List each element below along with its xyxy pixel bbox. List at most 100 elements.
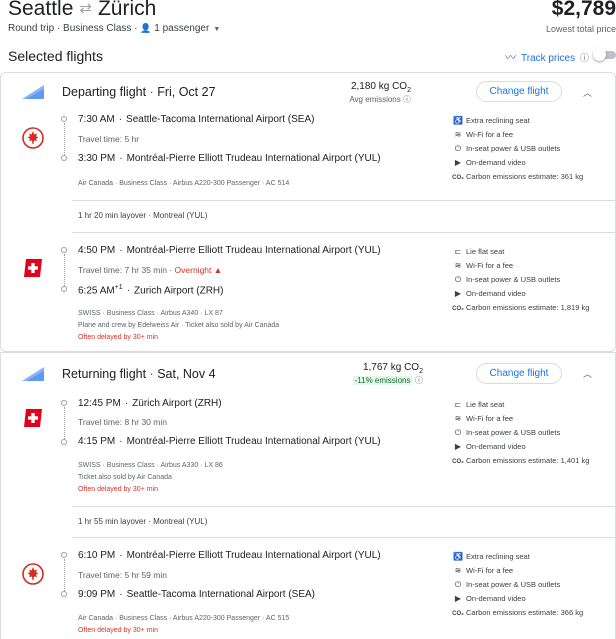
co2-icon: CO₂	[452, 611, 464, 617]
video-icon: ▶	[454, 594, 462, 603]
trip-type[interactable]: Round trip	[8, 23, 54, 34]
info-icon[interactable]: ⓘ	[580, 53, 589, 63]
reclining-seat-icon: ♿	[453, 116, 463, 125]
departure-time: 4:50 PM	[78, 245, 116, 256]
segment-arrival: 4:15 PM · Montréal-Pierre Elliott Trudeau …	[78, 436, 381, 447]
arrival-airport: Seattle-Tacoma International Airport (SE…	[126, 589, 316, 600]
departing-title: Departing flight	[62, 85, 147, 99]
returning-date: Sat, Nov 4	[157, 367, 216, 381]
track-prices-label[interactable]: Track prices	[521, 53, 575, 64]
lie-flat-seat-icon: ⊏	[454, 400, 462, 409]
amenities-list: ⊏ Lie flat seat ≋ Wi-Fi for a fee ⏻ In-seat…	[452, 245, 589, 316]
amenity-item: CO₂ Carbon emissions estimate: 1,401 kg	[452, 454, 589, 469]
flight-meta: Air Canada · Business Class · Airbus A22…	[78, 615, 290, 622]
divider	[72, 232, 616, 233]
power-plug-icon: ⏻	[454, 428, 462, 437]
passenger-count[interactable]: 1 passenger	[154, 23, 209, 34]
departure-dot	[61, 400, 67, 406]
segment-arrival: 9:09 PM · Seattle-Tacoma International Air…	[78, 589, 316, 600]
air-canada-logo-icon	[22, 127, 44, 149]
amenities-list: ♿ Extra reclining seat ≋ Wi-Fi for a fee ⏻…	[452, 114, 583, 185]
amenity-item: ≋ Wi-Fi for a fee	[452, 259, 589, 273]
co2-sub: 2	[407, 87, 411, 94]
price-label: Lowest total price	[545, 24, 616, 34]
chevron-up-icon[interactable]: ︿	[583, 367, 592, 380]
segment-departure: 7:30 AM · Seattle-Tacoma International Air…	[78, 114, 315, 125]
amenity-item: ≋ Wi-Fi for a fee	[452, 128, 583, 142]
total-price: $2,789	[551, 0, 616, 20]
track-prices[interactable]: 〰 Track prices ⓘ	[505, 49, 589, 65]
departure-airport: Montréal-Pierre Elliott Trudeau Internat…	[126, 245, 381, 256]
segment-arrival: 3:30 PM · Montréal-Pierre Elliott Trudeau …	[78, 153, 381, 164]
arrival-time: 9:09 PM	[78, 589, 116, 600]
segment-departure: 4:50 PM · Montréal-Pierre Elliott Trudeau …	[78, 245, 381, 256]
wifi-icon: ≋	[454, 566, 462, 575]
video-icon: ▶	[454, 289, 462, 298]
amenities-list: ♿ Extra reclining seat ≋ Wi-Fi for a fee ⏻…	[452, 550, 583, 621]
route-line	[64, 123, 65, 155]
co2-icon: CO₂	[452, 175, 464, 181]
travel-time: Travel time: 8 hr 30 min	[78, 417, 167, 427]
departure-dot	[61, 116, 67, 122]
change-flight-button[interactable]: Change flight	[476, 81, 562, 102]
emissions-note: -11% emissions	[352, 376, 413, 385]
air-canada-logo-icon	[22, 563, 44, 585]
amenity-item: ♿ Extra reclining seat	[452, 550, 583, 564]
co2-sub: 2	[419, 368, 423, 375]
departing-header: Departing flight · Fri, Oct 27	[62, 85, 216, 99]
flight-meta: Air Canada · Business Class · Airbus A22…	[78, 180, 290, 187]
arrival-time: 4:15 PM	[78, 436, 116, 447]
arrival-time: 6:25 AM	[78, 285, 115, 297]
delay-warning: Often delayed by 30+ min	[78, 334, 158, 341]
route-line	[64, 559, 65, 591]
swap-arrows-icon[interactable]: ⇄	[79, 0, 92, 17]
origin-city[interactable]: Seattle	[8, 0, 73, 20]
chevron-down-icon[interactable]: ▼	[213, 26, 220, 33]
overnight-label: Overnight	[174, 265, 212, 275]
chevron-up-icon[interactable]: ︿	[583, 86, 592, 99]
divider	[72, 506, 616, 507]
change-flight-button[interactable]: Change flight	[476, 363, 562, 384]
amenity-item: ▶ On-demand video	[452, 156, 583, 170]
search-options: Round trip · Business Class · 👤 1 passen…	[8, 23, 221, 34]
layover-info: 1 hr 55 min layover · Montreal (YUL)	[78, 517, 208, 526]
destination-city[interactable]: Zürich	[98, 0, 156, 20]
arrival-dot	[61, 591, 67, 597]
travel-time-row: Travel time: 7 hr 35 min · Overnight ▲	[78, 265, 223, 275]
cabin-class[interactable]: Business Class	[63, 23, 131, 34]
section-title: Selected flights	[8, 48, 103, 64]
returning-header: Returning flight · Sat, Nov 4	[62, 367, 216, 381]
amenity-item: CO₂ Carbon emissions estimate: 366 kg	[452, 606, 583, 621]
power-plug-icon: ⏻	[454, 144, 462, 153]
flight-meta: SWISS · Business Class · Airbus A340 · L…	[78, 310, 223, 317]
returning-plane-icon	[22, 367, 44, 381]
amenity-item: ⏻ In-seat power & USB outlets	[452, 578, 583, 592]
amenity-item: ⏻ In-seat power & USB outlets	[452, 426, 589, 440]
video-icon: ▶	[454, 442, 462, 451]
departure-time: 6:10 PM	[78, 550, 116, 561]
wifi-icon: ≋	[454, 130, 462, 139]
delay-warning: Often delayed by 30+ min	[78, 486, 158, 493]
delay-warning: Often delayed by 30+ min	[78, 627, 158, 634]
arrival-airport: Montréal-Pierre Elliott Trudeau Internat…	[126, 153, 381, 164]
amenity-item: ▶ On-demand video	[452, 287, 589, 301]
power-plug-icon: ⏻	[454, 275, 462, 284]
divider	[72, 200, 616, 201]
co2-icon: CO₂	[452, 459, 464, 465]
departing-plane-icon	[22, 85, 44, 99]
departure-airport: Zürich Airport (ZRH)	[132, 398, 222, 409]
travel-time: Travel time: 7 hr 35 min	[78, 265, 167, 275]
flight-meta-2: Ticket also sold by Air Canada	[78, 474, 172, 481]
arrival-dot	[61, 286, 67, 292]
departure-airport: Montréal-Pierre Elliott Trudeau Internat…	[126, 550, 381, 561]
amenity-item: CO₂ Carbon emissions estimate: 361 kg	[452, 170, 583, 185]
departure-dot	[61, 552, 67, 558]
layover-info: 1 hr 20 min layover · Montreal (YUL)	[78, 211, 208, 220]
amenity-item: ⏻ In-seat power & USB outlets	[452, 142, 583, 156]
divider	[0, 352, 616, 353]
video-icon: ▶	[454, 158, 462, 167]
amenity-item: ⊏ Lie flat seat	[452, 398, 589, 412]
departure-time: 7:30 AM	[78, 114, 115, 125]
track-prices-toggle[interactable]	[593, 48, 616, 61]
departing-emissions: 2,180 kg CO2 Avg emissions ⓘ	[349, 81, 411, 105]
